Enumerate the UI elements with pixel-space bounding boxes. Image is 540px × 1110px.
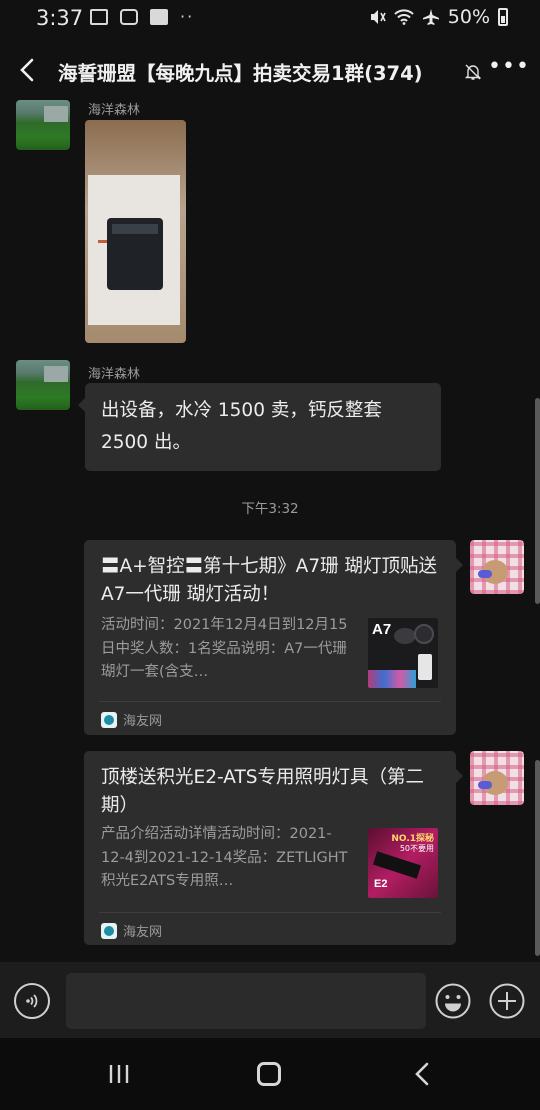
card-thumbnail: NO.1探秘 50不要用 E2 (368, 828, 438, 898)
source-logo-icon (101, 922, 117, 939)
message-timestamp: 下午3:32 (241, 501, 299, 517)
more-notifications-icon: ·· (180, 7, 195, 26)
card-title: 顶楼送积光E2-ATS专用照明灯具（第二期） (101, 767, 424, 816)
photo-message[interactable] (85, 120, 186, 343)
source-logo-icon (101, 711, 117, 728)
more-functions-button[interactable] (489, 983, 525, 1019)
card-source-name: 海友网 (123, 925, 163, 940)
mute-status-icon (370, 10, 386, 24)
sender-name: 海洋森林 (88, 103, 141, 118)
emoji-button[interactable] (435, 983, 471, 1019)
avatar[interactable] (16, 100, 70, 150)
chat-header: 海誓珊盟【每晚九点】拍卖交易1群(374) ••• (0, 46, 540, 96)
scrollbar[interactable] (535, 398, 540, 604)
app-notification-icon (120, 8, 138, 25)
link-card[interactable]: 顶楼送积光E2-ATS专用照明灯具（第二期） 产品介绍活动详情活动时间：2021… (84, 751, 463, 945)
thumbnail-label: A7 (372, 621, 392, 638)
k-app-icon (150, 8, 168, 25)
home-button[interactable] (257, 1062, 281, 1086)
nav-back-icon[interactable] (414, 1062, 430, 1086)
card-description: 产品介绍活动详情活动时间：2021-12-4到2021-12-14奖品：ZETL… (101, 826, 348, 889)
card-source-name: 海友网 (123, 714, 163, 729)
thumbnail-subtitle: 50不要用 (399, 844, 434, 853)
thumbnail-label: E2 (374, 878, 388, 890)
card-source: 海友网 (101, 921, 162, 940)
avatar[interactable] (16, 360, 70, 410)
battery-percent: 50% (447, 6, 490, 28)
airplane-mode-icon (422, 9, 439, 25)
sender-name: 海洋森林 (88, 367, 141, 382)
card-thumbnail: A7 (368, 618, 438, 688)
status-bar: 3:37 ·· 50% (0, 0, 540, 38)
avatar[interactable] (470, 540, 524, 594)
avatar[interactable] (470, 751, 524, 805)
notification-icons: ·· (90, 7, 194, 26)
scrollbar[interactable] (535, 760, 540, 956)
wifi-icon (394, 9, 414, 25)
recent-apps-icon[interactable] (108, 1063, 130, 1085)
message-input[interactable] (66, 973, 426, 1029)
text-message-bubble[interactable]: 出设备，水冷 1500 卖，钙反整套 2500 出。 (78, 383, 441, 471)
gallery-icon (90, 8, 108, 25)
card-source: 海友网 (101, 710, 162, 729)
card-divider (99, 701, 441, 702)
back-arrow-icon[interactable] (16, 56, 40, 84)
card-divider (99, 912, 441, 913)
more-options-icon[interactable]: ••• (488, 54, 530, 79)
voice-input-button[interactable] (14, 983, 50, 1019)
muted-bell-icon (464, 64, 482, 80)
card-title: 〓A+智控〓第十七期》A7珊 瑚灯顶贴送A7一代珊 瑚灯活动！ (101, 556, 437, 605)
card-description: 活动时间：2021年12月4日到12月15日中奖人数：1名奖品说明：A7一代珊瑚… (101, 617, 348, 680)
status-time: 3:37 (36, 6, 84, 30)
system-status: 50% (368, 6, 508, 28)
voice-icon (26, 994, 38, 1008)
link-card[interactable]: 〓A+智控〓第十七期》A7珊 瑚灯顶贴送A7一代珊 瑚灯活动！ 活动时间：202… (84, 540, 463, 735)
chat-title: 海誓珊盟【每晚九点】拍卖交易1群(374) (58, 62, 423, 85)
battery-icon (498, 8, 508, 26)
